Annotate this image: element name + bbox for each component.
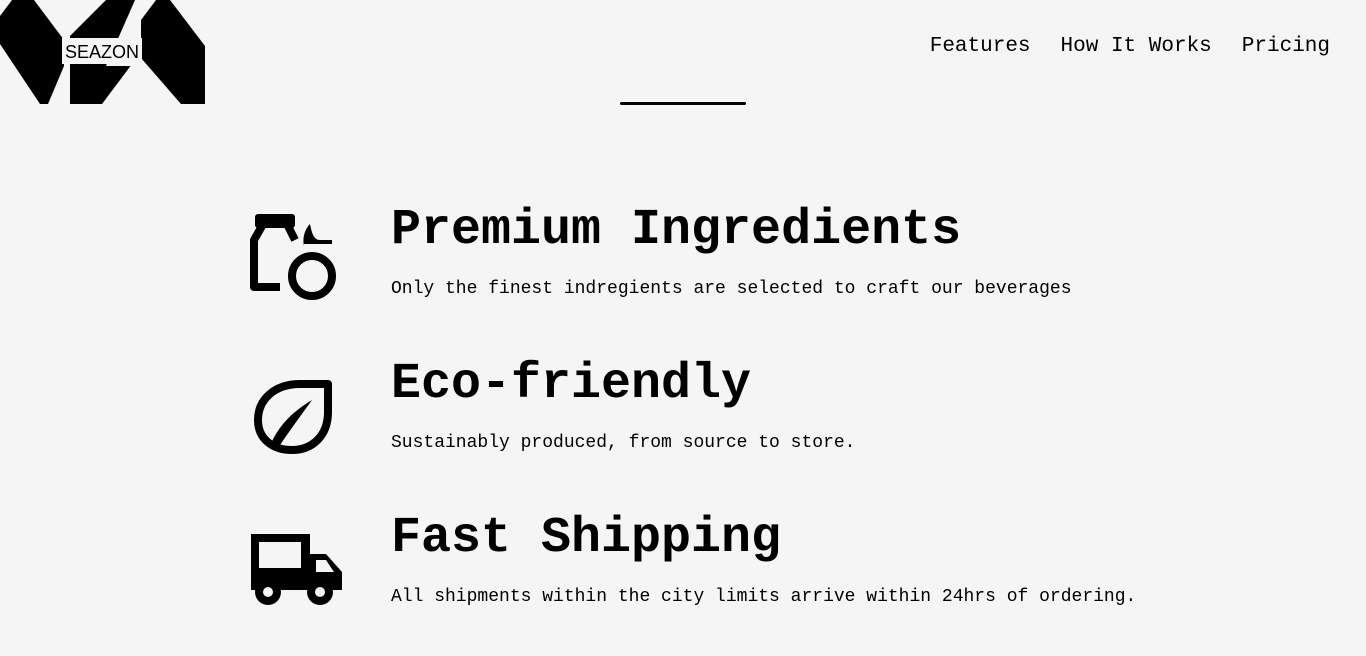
feature-title: Premium Ingredients [391,202,962,259]
truck-icon [251,534,342,605]
active-indicator [620,102,746,105]
seazon-logo[interactable]: SEAZON [0,0,205,104]
main-nav: Features How It Works Pricing [930,34,1330,60]
feature-description: All shipments within the city limits arr… [391,587,1137,607]
feature-title: Eco-friendly [391,356,752,413]
feature-fast-shipping: Fast Shipping All shipments within the c… [240,514,1240,624]
feature-title: Fast Shipping [391,510,782,567]
nav-pricing[interactable]: Pricing [1242,34,1330,60]
feature-description: Sustainably produced, from source to sto… [391,433,856,453]
nav-features[interactable]: Features [930,34,1031,60]
logo-text: SEAZON [65,42,139,62]
feature-eco-friendly: Eco-friendly Sustainably produced, from … [240,360,1240,470]
nav-how-it-works[interactable]: How It Works [1061,34,1212,60]
leaf-icon [254,380,332,454]
feature-premium-ingredients: Premium Ingredients Only the finest indr… [240,206,1240,316]
feature-description: Only the finest indregients are selected… [391,279,1072,299]
bottle-fruit-icon [250,214,336,300]
